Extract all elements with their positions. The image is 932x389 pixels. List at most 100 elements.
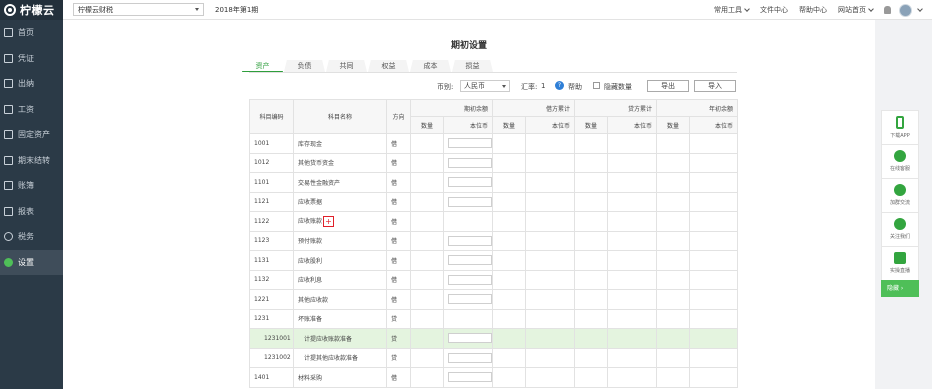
accounting-period: 2018年第1期	[215, 5, 259, 14]
opening-amount-input[interactable]	[448, 255, 492, 266]
join-group-button[interactable]: 加群交流	[881, 178, 919, 212]
opening-amount-input[interactable]	[448, 177, 492, 188]
tab-equity[interactable]: 权益	[368, 60, 409, 72]
opening-amount-input[interactable]	[448, 274, 492, 285]
phone-icon	[896, 116, 904, 129]
tab-assets[interactable]: 资产	[242, 60, 283, 72]
bell-icon[interactable]	[884, 6, 891, 14]
opening-amount-input[interactable]	[448, 138, 492, 149]
cell	[607, 308, 658, 329]
cell	[689, 367, 739, 388]
cell	[656, 172, 691, 193]
table-row[interactable]: 1122 应收账款 + 借	[249, 211, 739, 232]
help-link[interactable]: 帮助	[568, 82, 582, 92]
opening-amount-input[interactable]	[448, 294, 492, 305]
cell	[574, 152, 609, 173]
table-row[interactable]: 1231002 计提其他应收款准备 贷	[249, 347, 739, 368]
help-center-link[interactable]: 帮助中心	[799, 5, 827, 15]
user-menu[interactable]	[915, 6, 923, 12]
sidebar-item-salary[interactable]: 工资	[0, 97, 63, 123]
qty-cell	[410, 172, 444, 193]
live-stream-button[interactable]: 实操直播	[881, 246, 919, 280]
cell	[492, 367, 527, 388]
website-home-menu[interactable]: 网站首页	[838, 5, 874, 15]
table-row[interactable]: 1101 交易性金融资产 借	[249, 172, 739, 193]
export-button[interactable]: 导出	[647, 80, 689, 92]
table-row[interactable]: 1123 预付账款 借	[249, 230, 739, 251]
add-subaccount-button[interactable]: +	[323, 215, 335, 227]
table-row[interactable]: 1231 坏账准备 贷	[249, 308, 739, 329]
currency-select[interactable]: 人民币	[460, 80, 510, 92]
cell	[607, 328, 658, 349]
table-row[interactable]: 1001 库存现金 借	[249, 133, 739, 154]
cell	[689, 133, 739, 154]
sidebar-item-voucher[interactable]: 凭证	[0, 46, 63, 72]
cell	[607, 191, 658, 212]
opening-balance-table: 科目编码 科目名称 方向 期初余额 借方累计 贷方累计 年初余额 数量 本位币 …	[249, 99, 739, 388]
sidebar-item-fixed-assets[interactable]: 固定资产	[0, 122, 63, 148]
sidebar-item-label: 固定资产	[18, 130, 50, 140]
sidebar-item-ledger[interactable]: 账簿	[0, 173, 63, 199]
import-button[interactable]: 导入	[694, 80, 736, 92]
chevron-down-icon	[195, 8, 199, 11]
tab-common[interactable]: 共同	[326, 60, 367, 72]
chevron-down-icon	[917, 6, 923, 12]
cell	[525, 230, 576, 251]
currency-value: 人民币	[464, 82, 485, 90]
follow-us-button[interactable]: 关注我们	[881, 212, 919, 246]
cell	[656, 133, 691, 154]
tab-liabilities[interactable]: 负债	[284, 60, 325, 72]
cell	[574, 328, 609, 349]
cell	[574, 172, 609, 193]
sidebar-item-cashier[interactable]: 出纳	[0, 71, 63, 97]
avatar[interactable]	[899, 3, 912, 17]
opening-amount-input[interactable]	[448, 333, 492, 344]
sidebar-item-settings[interactable]: 设置	[0, 249, 63, 275]
tools-menu[interactable]: 常用工具	[714, 5, 750, 15]
qty-cell	[410, 289, 444, 310]
sidebar-item-closing[interactable]: 期末结转	[0, 148, 63, 174]
cell	[525, 133, 576, 154]
sidebar-item-home[interactable]: 首页	[0, 20, 63, 46]
opening-amount-input[interactable]	[448, 196, 492, 207]
hide-toolbar-button[interactable]: 隐藏 ›	[881, 280, 919, 297]
table-row[interactable]: 1221 其他应收款 借	[249, 289, 739, 310]
table-row[interactable]: 1131 应收股利 借	[249, 250, 739, 271]
hide-quantity-checkbox[interactable]	[593, 82, 600, 89]
online-service-button[interactable]: 在线客服	[881, 144, 919, 178]
cell	[607, 347, 658, 368]
table-row[interactable]: 1121 应收票据 借	[249, 191, 739, 212]
file-center-label: 文件中心	[760, 6, 788, 14]
file-center-link[interactable]: 文件中心	[760, 5, 788, 15]
tab-cost[interactable]: 成本	[410, 60, 451, 72]
cell	[525, 250, 576, 271]
cell	[656, 308, 691, 329]
opening-amount-input[interactable]	[448, 235, 492, 246]
table-row-selected[interactable]: 1231001 计提应收账款准备 贷	[249, 328, 739, 349]
company-select[interactable]: 柠檬云财税	[73, 3, 204, 16]
brand-logo[interactable]: 柠檬云	[0, 0, 63, 20]
sidebar-item-report[interactable]: 报表	[0, 199, 63, 225]
header-amount: 本位币	[442, 116, 494, 134]
help-icon[interactable]: ?	[555, 81, 564, 90]
table-row[interactable]: 1012 其他货币资金 借	[249, 152, 739, 173]
cell	[689, 308, 739, 329]
opening-amount-input[interactable]	[448, 372, 492, 383]
cell	[607, 289, 658, 310]
table-row[interactable]: 1132 应收利息 借	[249, 269, 739, 290]
amount-cell	[442, 367, 494, 388]
cell	[492, 269, 527, 290]
amount-cell	[442, 250, 494, 271]
settings-icon	[4, 257, 13, 267]
download-app-button[interactable]: 下载APP	[881, 110, 919, 144]
cell	[574, 191, 609, 212]
opening-amount-input[interactable]	[448, 157, 492, 168]
cell	[689, 211, 739, 232]
cell	[574, 269, 609, 290]
closing-icon	[4, 155, 13, 165]
tab-profit-loss[interactable]: 损益	[452, 60, 493, 72]
sidebar-item-tax[interactable]: 税务	[0, 224, 63, 250]
opening-amount-input[interactable]	[448, 352, 492, 363]
cell	[656, 347, 691, 368]
table-row[interactable]: 1401 材料采购 借	[249, 367, 739, 388]
